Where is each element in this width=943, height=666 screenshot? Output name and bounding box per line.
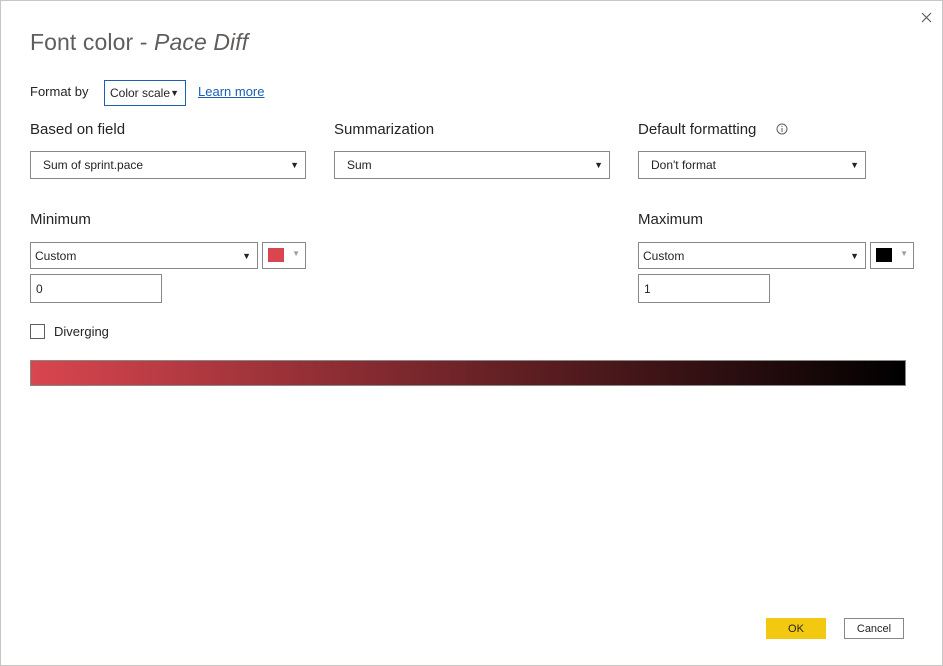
format-by-value: Color scale <box>110 86 171 100</box>
minimum-type-dropdown[interactable]: Custom ▼ <box>30 242 258 269</box>
based-on-field-value: Sum of sprint.pace <box>43 158 144 172</box>
minimum-value-input[interactable] <box>30 274 162 303</box>
chevron-down-icon: ▼ <box>292 249 300 258</box>
cancel-button[interactable]: Cancel <box>844 618 904 639</box>
chevron-down-icon: ▼ <box>850 250 859 261</box>
chevron-down-icon: ▼ <box>170 88 179 98</box>
minimum-label: Minimum <box>30 211 91 228</box>
diverging-checkbox[interactable] <box>30 324 45 339</box>
minimum-color-swatch <box>268 248 284 262</box>
chevron-down-icon: ▼ <box>242 250 251 261</box>
summarization-label: Summarization <box>334 121 435 138</box>
minimum-color-picker[interactable]: ▼ <box>262 242 306 269</box>
font-color-dialog: Font color - Pace Diff Format by Color s… <box>0 0 943 666</box>
based-on-field-label: Based on field <box>30 121 126 138</box>
format-by-dropdown[interactable]: Color scale ▼ <box>104 80 186 106</box>
default-formatting-label: Default formatting <box>638 121 757 138</box>
maximum-label: Maximum <box>638 211 704 228</box>
color-scale-gradient-preview <box>30 360 906 386</box>
info-icon[interactable] <box>776 123 788 135</box>
dialog-title: Font color - Pace Diff <box>30 29 248 56</box>
default-formatting-dropdown[interactable]: Don't format ▼ <box>638 151 866 179</box>
maximum-value-input[interactable] <box>638 274 770 303</box>
minimum-type-value: Custom <box>35 248 77 263</box>
close-icon <box>921 12 931 22</box>
chevron-down-icon: ▼ <box>850 160 859 170</box>
maximum-color-picker[interactable]: ▼ <box>870 242 914 269</box>
summarization-value: Sum <box>347 158 372 172</box>
based-on-field-dropdown[interactable]: Sum of sprint.pace ▼ <box>30 151 306 179</box>
ok-button[interactable]: OK <box>766 618 826 639</box>
close-button[interactable] <box>915 7 937 27</box>
summarization-dropdown[interactable]: Sum ▼ <box>334 151 610 179</box>
chevron-down-icon: ▼ <box>290 160 299 170</box>
title-prefix: Font color - <box>30 29 155 55</box>
diverging-label: Diverging <box>54 324 109 339</box>
maximum-type-dropdown[interactable]: Custom ▼ <box>638 242 866 269</box>
chevron-down-icon: ▼ <box>900 249 908 258</box>
default-formatting-value: Don't format <box>651 158 716 172</box>
title-measure-name: Pace Diff <box>154 29 249 55</box>
learn-more-link[interactable]: Learn more <box>198 84 264 99</box>
maximum-type-value: Custom <box>643 248 685 263</box>
format-by-label: Format by <box>30 84 89 99</box>
chevron-down-icon: ▼ <box>594 160 603 170</box>
maximum-color-swatch <box>876 248 892 262</box>
